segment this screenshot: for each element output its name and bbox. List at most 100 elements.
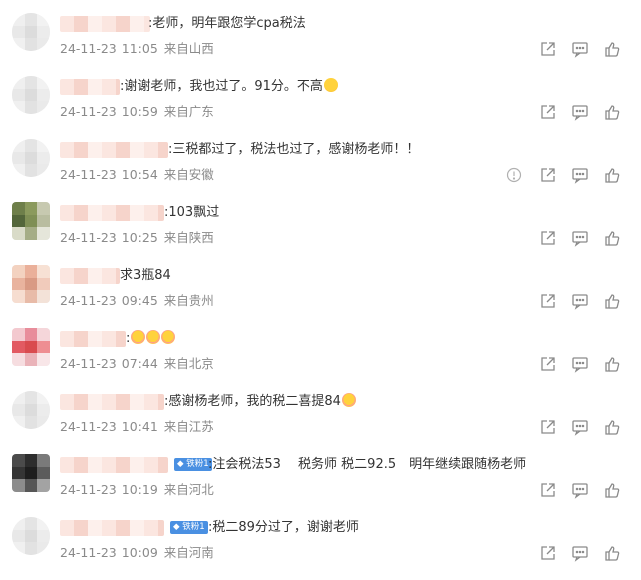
username-masked[interactable] [60,457,168,473]
comment-date: 24-11-23 [60,41,117,56]
comment-actions [539,418,621,436]
comment-time: 10:41 [121,419,158,434]
comment-body: :税二89分过了，谢谢老师 [208,520,359,535]
username-masked[interactable] [60,205,164,221]
comment-location: 来自陕西 [163,230,214,245]
username-masked[interactable] [60,142,168,158]
comment-meta: 24-11-23 10:54 来自安徽 [60,164,214,183]
share-icon[interactable] [539,418,557,436]
comment-date: 24-11-23 [60,104,117,119]
avatar[interactable] [12,517,50,555]
comment-item: :三税都过了，税法也过了，感谢杨老师！！ 24-11-23 10:54 来自安徽 [0,139,641,202]
comment-item: :老师，明年跟您学cpa税法 24-11-23 11:05 来自山西 [0,13,641,76]
comment-date: 24-11-23 [60,356,117,371]
comment-text: 求3瓶84 [120,267,171,285]
comment-body: :三税都过了，税法也过了，感谢杨老师！！ [168,142,420,157]
comment-item: :103飘过 24-11-23 10:25 来自陕西 [0,202,641,265]
thumbs-up-icon[interactable] [603,481,621,499]
thumbs-up-icon[interactable] [603,355,621,373]
share-icon[interactable] [539,292,557,310]
comment-icon[interactable] [571,418,589,436]
comment-location: 来自贵州 [163,293,214,308]
comment-text: :103飘过 [164,204,219,222]
comment-actions [539,40,621,58]
comment-item: :谢谢老师，我也过了。91分。不高 24-11-23 10:59 来自广东 [0,76,641,139]
cry-emoji-icon [161,330,176,344]
comment-text: :税二89分过了，谢谢老师 [208,519,359,537]
avatar[interactable] [12,202,50,240]
comment-location: 来自山西 [163,41,214,56]
share-icon[interactable] [539,355,557,373]
comment-icon[interactable] [571,355,589,373]
comment-date: 24-11-23 [60,419,117,434]
avatar[interactable] [12,139,50,177]
avatar[interactable] [12,391,50,429]
share-icon[interactable] [539,544,557,562]
avatar[interactable] [12,265,50,303]
username-masked[interactable] [60,16,150,32]
comment-date: 24-11-23 [60,482,117,497]
comment-icon[interactable] [571,481,589,499]
comment-location: 来自安徽 [163,167,214,182]
thumbs-up-icon[interactable] [603,40,621,58]
username-masked[interactable] [60,394,164,410]
comment-item: ◆ 铁粉1:注会税法53 税务师 税二92.5 明年继续跟随杨老师 24-11-2… [0,454,641,517]
comment-text: : [126,330,176,348]
thumbs-up-icon[interactable] [603,103,621,121]
comment-date: 24-11-23 [60,167,117,182]
username-masked[interactable] [60,520,164,536]
comment-item: ◆ 铁粉1:税二89分过了，谢谢老师 24-11-23 10:09 来自河南 [0,517,641,580]
comment-text: :注会税法53 税务师 税二92.5 明年继续跟随杨老师 [208,456,526,474]
comment-meta: 24-11-23 09:45 来自贵州 [60,290,214,309]
comment-body: :感谢杨老师，我的税二喜提84 [164,394,341,409]
thumbs-up-icon[interactable] [603,418,621,436]
thumbs-up-icon[interactable] [603,166,621,184]
username-masked[interactable] [60,268,120,284]
comment-meta: 24-11-23 10:25 来自陕西 [60,227,214,246]
avatar[interactable] [12,328,50,366]
comment-date: 24-11-23 [60,230,117,245]
avatar[interactable] [12,13,50,51]
comment-body: :老师，明年跟您学cpa税法 [148,16,306,31]
comment-icon[interactable] [571,229,589,247]
fan-badge: ◆ 铁粉1 [170,521,208,534]
comment-meta: 24-11-23 10:19 来自河北 [60,479,214,498]
cry-emoji-icon [146,330,161,344]
comment-location: 来自北京 [163,356,214,371]
comment-icon[interactable] [571,292,589,310]
share-icon[interactable] [539,166,557,184]
comment-icon[interactable] [571,166,589,184]
share-icon[interactable] [539,103,557,121]
comment-actions [539,355,621,373]
thumbs-up-icon[interactable] [603,544,621,562]
comment-text: :老师，明年跟您学cpa税法 [148,15,306,33]
thumbs-up-icon[interactable] [603,292,621,310]
comment-icon[interactable] [571,544,589,562]
comment-text: :谢谢老师，我也过了。91分。不高 [120,78,338,96]
comment-body: :注会税法53 税务师 税二92.5 明年继续跟随杨老师 [208,457,527,472]
comment-body: 求3瓶84 [120,268,171,283]
username-masked[interactable] [60,331,126,347]
thumbs-up-icon[interactable] [603,229,621,247]
share-icon[interactable] [539,481,557,499]
comment-icon[interactable] [571,103,589,121]
comment-meta: 24-11-23 10:09 来自河南 [60,542,214,561]
comment-date: 24-11-23 [60,293,117,308]
comment-actions [539,292,621,310]
comment-item: :24-11-23 07:44 来自北京 [0,328,641,391]
comment-time: 11:05 [121,41,158,56]
avatar[interactable] [12,76,50,114]
comment-meta: 24-11-23 10:59 来自广东 [60,101,214,120]
username-masked[interactable] [60,79,120,95]
comment-meta: 24-11-23 10:41 来自江苏 [60,416,214,435]
avatar[interactable] [12,454,50,492]
comment-list: :老师，明年跟您学cpa税法 24-11-23 11:05 来自山西 :谢谢老师，我也过… [0,0,641,570]
comment-item: :感谢杨老师，我的税二喜提84 24-11-23 10:41 来自江苏 [0,391,641,454]
share-icon[interactable] [539,229,557,247]
report-icon[interactable] [505,166,523,184]
comment-actions [539,229,621,247]
comment-body: :103飘过 [164,205,220,220]
comment-time: 07:44 [121,356,158,371]
share-icon[interactable] [539,40,557,58]
comment-icon[interactable] [571,40,589,58]
